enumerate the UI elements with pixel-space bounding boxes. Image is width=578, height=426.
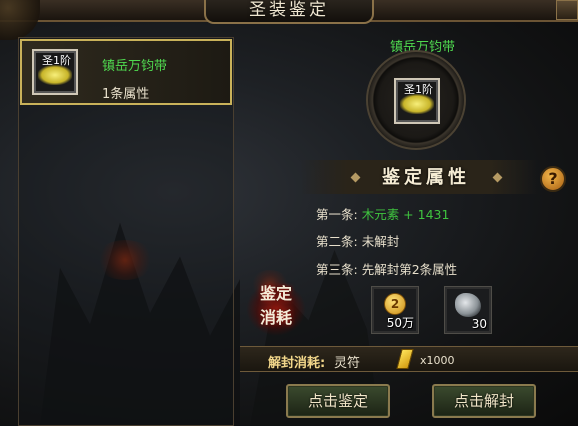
identify-button[interactable]: 点击鉴定 — [286, 384, 390, 418]
attribute-row-2: 第二条: 未解封 — [316, 231, 399, 250]
attribute-value: 先解封第2条属性 — [361, 262, 458, 277]
close-button[interactable] — [556, 0, 578, 20]
belt-glyph — [38, 65, 72, 85]
item-name: 镇岳万钧带 — [102, 59, 168, 74]
unseal-button[interactable]: 点击解封 — [432, 384, 536, 418]
belt-icon: 圣1阶 — [32, 49, 78, 95]
belt-glyph — [400, 94, 434, 114]
identify-cost-label: 鉴定 消耗 — [246, 282, 306, 336]
cost-label-line2: 消耗 — [259, 308, 292, 327]
ore-cost-amount: 30 — [471, 317, 487, 331]
item-tier: 圣1阶 — [404, 83, 433, 96]
section-title: 鉴定属性 — [382, 167, 470, 188]
attribute-label: 第三条: — [316, 262, 358, 277]
help-button[interactable]: ? — [540, 166, 566, 192]
window-title: 圣装鉴定 — [204, 0, 374, 24]
gold-cost-slot[interactable]: 2 50万 — [371, 286, 419, 334]
item-attr-count: 1条属性 — [102, 87, 150, 102]
attribute-value: 未解封 — [361, 234, 400, 249]
dragon-ornament — [0, 0, 40, 40]
unseal-cost-label: 解封消耗: — [268, 356, 326, 371]
identify-window: 圣装鉴定 圣1阶 镇岳万钧带 1条属性 镇岳万钧带 圣1阶 鉴定属性 ? 第一条… — [0, 0, 578, 426]
gold-coin-icon: 2 — [384, 293, 406, 315]
attribute-value: 木元素 + 1431 — [361, 207, 450, 222]
belt-icon[interactable]: 圣1阶 — [394, 78, 440, 124]
attribute-row-3: 第三条: 先解封第2条属性 — [316, 259, 457, 278]
item-list-panel: 圣1阶 镇岳万钧带 1条属性 — [18, 37, 234, 426]
item-tier: 圣1阶 — [42, 54, 71, 67]
attribute-label: 第一条: — [316, 207, 358, 222]
item-medallion: 圣1阶 — [366, 50, 466, 150]
attribute-row-1: 第一条: 木元素 + 1431 — [316, 204, 449, 223]
attribute-label: 第二条: — [316, 234, 358, 249]
gold-cost-amount: 50万 — [386, 316, 414, 330]
unseal-item-name: 灵符 — [334, 356, 361, 371]
ore-icon — [455, 293, 481, 317]
list-item[interactable]: 圣1阶 镇岳万钧带 1条属性 — [20, 39, 232, 105]
unseal-quantity: x1000 — [420, 354, 455, 367]
ore-cost-slot[interactable]: 30 — [444, 286, 492, 334]
cost-label-line1: 鉴定 — [259, 284, 292, 303]
